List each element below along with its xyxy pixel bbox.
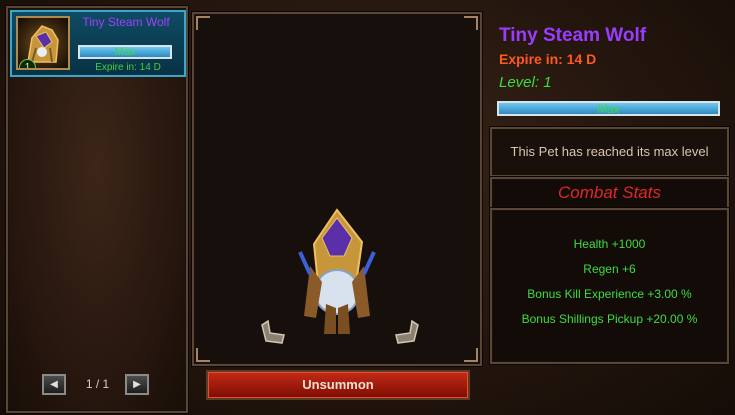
stat-bonus-kill-experience: Bonus Kill Experience +3.00 % (527, 287, 692, 301)
pet-portrait: 1 (16, 16, 70, 70)
pet-slot-tiny-steam-wolf[interactable]: 1 Tiny Steam Wolf Max Expire in: 14 D (10, 10, 186, 77)
pet-slot-expire: Expire in: 14 D (95, 62, 161, 73)
pet-level-bar: Max (497, 101, 720, 116)
stat-health: Health +1000 (573, 237, 646, 251)
unsummon-button[interactable]: Unsummon (206, 370, 470, 400)
pet-preview-viewport (192, 12, 482, 366)
frame-corner (464, 348, 478, 362)
max-level-note: This Pet has reached its max level (510, 144, 709, 159)
pet-level-badge: 1 (19, 59, 36, 68)
max-level-note-box: This Pet has reached its max level (490, 127, 729, 177)
combat-stats-header: Combat Stats (490, 177, 729, 210)
pager-text: 1 / 1 (85, 377, 110, 391)
combat-stats-box: Health +1000 Regen +6 Bonus Kill Experie… (490, 208, 729, 364)
rotate-right-icon[interactable] (392, 319, 422, 345)
pet-slot-name: Tiny Steam Wolf (82, 15, 170, 29)
pet-title: Tiny Steam Wolf (499, 25, 647, 46)
pet-level: Level: 1 (499, 74, 552, 91)
combat-stats-title: Combat Stats (558, 183, 661, 202)
frame-corner (196, 16, 210, 30)
arrow-right-icon: ▶ (133, 379, 141, 390)
pager-prev-button[interactable]: ◀ (42, 374, 66, 395)
rotate-left-icon[interactable] (258, 319, 288, 345)
stat-regen: Regen +6 (583, 262, 636, 276)
arrow-left-icon: ◀ (50, 379, 58, 390)
frame-corner (464, 16, 478, 30)
stat-bonus-shillings-pickup: Bonus Shillings Pickup +20.00 % (521, 312, 698, 326)
pager-next-button[interactable]: ▶ (125, 374, 149, 395)
frame-corner (196, 348, 210, 362)
pet-expire: Expire in: 14 D (499, 51, 597, 67)
pet-slot-level-bar: Max (78, 45, 172, 59)
